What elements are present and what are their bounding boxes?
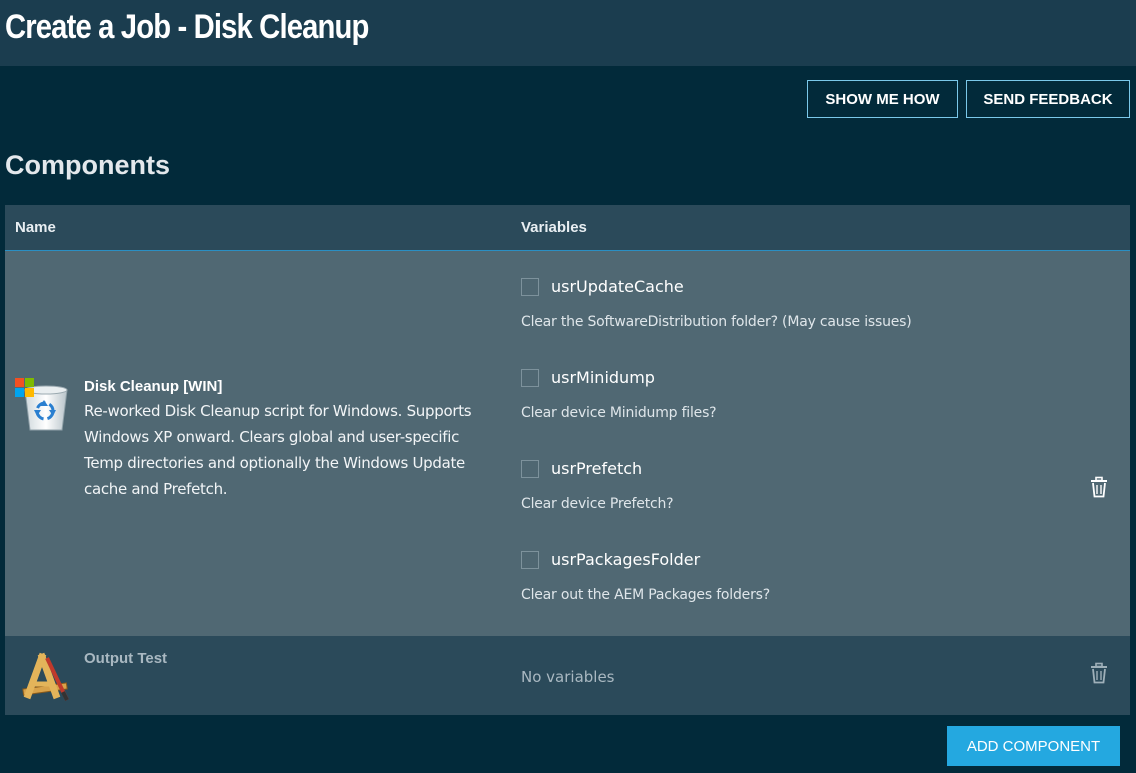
recycle-bin-windows-icon [15, 378, 68, 431]
add-component-button[interactable]: ADD COMPONENT [947, 726, 1120, 766]
developer-tools-icon [22, 652, 69, 701]
variable-description: Clear device Prefetch? [521, 496, 674, 512]
component-name: Disk Cleanup [WIN] [84, 378, 223, 395]
column-header-name: Name [15, 219, 56, 236]
components-table: Name Variables Disk Cleanup [WIN] Re-wor… [5, 205, 1130, 715]
no-variables-text: No variables [521, 668, 615, 686]
variable-checkbox[interactable] [521, 369, 539, 387]
variable-checkbox[interactable] [521, 551, 539, 569]
variable-description: Clear the SoftwareDistribution folder? (… [521, 314, 912, 330]
component-description: Re-worked Disk Cleanup script for Window… [84, 402, 472, 498]
trash-icon[interactable] [1088, 476, 1110, 498]
send-feedback-button[interactable]: SEND FEEDBACK [966, 80, 1130, 118]
page-title: Create a Job - Disk Cleanup [5, 8, 369, 46]
title-bar: Create a Job - Disk Cleanup [0, 0, 1136, 66]
table-header: Name Variables [5, 205, 1130, 251]
component-name: Output Test [84, 650, 168, 667]
table-row[interactable]: Disk Cleanup [WIN] Re-worked Disk Cleanu… [5, 251, 1130, 636]
column-header-variables: Variables [521, 219, 587, 236]
variable-description: Clear device Minidump files? [521, 405, 717, 421]
trash-icon[interactable] [1088, 662, 1110, 684]
variable-checkbox[interactable] [521, 278, 539, 296]
variable-label: usrPrefetch [551, 459, 643, 478]
variable-label: usrMinidump [551, 368, 655, 387]
table-row[interactable]: Output Test No variables [5, 636, 1130, 715]
variable-label: usrUpdateCache [551, 277, 684, 296]
variable-label: usrPackagesFolder [551, 550, 701, 569]
variable-description: Clear out the AEM Packages folders? [521, 587, 770, 603]
show-me-how-button[interactable]: SHOW ME HOW [807, 80, 958, 118]
variable-checkbox[interactable] [521, 460, 539, 478]
section-title: Components [5, 150, 170, 180]
